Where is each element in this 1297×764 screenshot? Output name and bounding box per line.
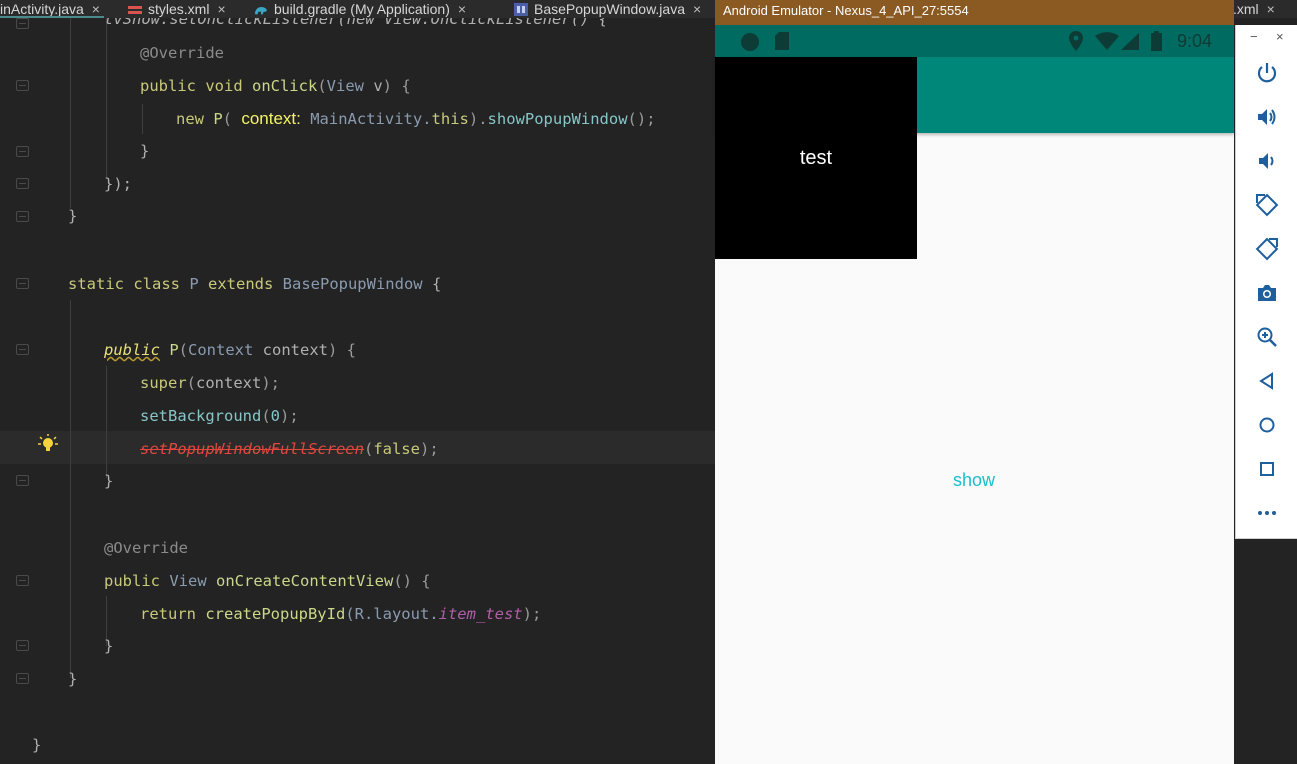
code-line: public P(Context context) { [104, 341, 356, 359]
code-editor[interactable]: tvShow.setOnClickListener(new View.OnCli… [0, 18, 715, 764]
code-line: } [68, 207, 78, 225]
fold-marker[interactable] [16, 146, 29, 157]
code-line: public void onClick(View v) { [140, 77, 411, 95]
signal-icon [1121, 33, 1139, 50]
tab-label: BasePopupWindow.java [534, 1, 685, 17]
power-icon[interactable] [1255, 61, 1279, 85]
status-time: 9:04 [1176, 31, 1212, 51]
rotate-left-icon[interactable] [1255, 193, 1279, 217]
indent-guide [142, 104, 143, 134]
rotate-right-icon[interactable] [1255, 237, 1279, 261]
notification-circle-icon [741, 33, 759, 51]
volume-down-icon[interactable] [1255, 149, 1279, 173]
tab-main-activity[interactable]: inActivity.java × [0, 0, 104, 18]
code-line: setPopupWindowFullScreen(false); [140, 440, 439, 458]
fold-marker[interactable] [16, 640, 29, 651]
lightbulb-icon[interactable] [38, 434, 58, 456]
tab-close-icon[interactable]: × [1267, 1, 1275, 17]
code-line: } [104, 637, 114, 655]
code-line: new P( context: MainActivity.this).showP… [176, 109, 656, 128]
emulator-window: Android Emulator - Nexus_4_API_27:5554 9… [715, 0, 1234, 764]
code-line: return createPopupById(R.layout.item_tes… [140, 605, 542, 623]
close-button[interactable]: × [1276, 29, 1284, 44]
overview-icon[interactable] [1255, 457, 1279, 481]
fold-marker[interactable] [16, 673, 29, 684]
tab-close-icon[interactable]: × [217, 1, 225, 17]
emulator-toolbar: − × [1235, 25, 1297, 539]
tab-styles-xml[interactable]: styles.xml × [128, 0, 226, 18]
code-line: @Override [104, 539, 188, 557]
code-line: super(context); [140, 374, 281, 392]
tab-close-icon[interactable]: × [92, 1, 100, 17]
java-class-icon [514, 2, 528, 16]
indent-guide [70, 18, 71, 208]
volume-up-icon[interactable] [1255, 105, 1279, 129]
sd-card-icon [775, 32, 789, 50]
tab-build-gradle[interactable]: build.gradle (My Application) × [254, 0, 466, 18]
gradle-icon [254, 6, 267, 14]
fold-marker[interactable] [16, 575, 29, 586]
back-icon[interactable] [1255, 369, 1279, 393]
indent-guide [106, 366, 107, 478]
fold-marker[interactable] [16, 211, 29, 222]
fold-marker[interactable] [16, 278, 29, 289]
home-icon[interactable] [1255, 413, 1279, 437]
code-line: } [104, 472, 114, 490]
tab-close-icon[interactable]: × [693, 1, 701, 17]
fold-marker[interactable] [16, 80, 29, 91]
code-line: public View onCreateContentView() { [104, 572, 431, 590]
popup-text: test [799, 147, 833, 169]
fold-marker[interactable] [16, 344, 29, 355]
fold-marker[interactable] [16, 18, 29, 29]
code-line: static class P extends BasePopupWindow { [68, 275, 442, 293]
code-line: tvShow.setOnClickListener(new View.OnCli… [104, 18, 608, 28]
wifi-icon [1095, 32, 1119, 50]
tab-label: .xml [1233, 1, 1259, 17]
more-icon[interactable] [1255, 501, 1279, 525]
code-line: } [32, 736, 42, 754]
zoom-icon[interactable] [1255, 325, 1279, 349]
minimize-button[interactable]: − [1250, 29, 1258, 44]
location-icon [1069, 31, 1083, 51]
emulator-title: Android Emulator - Nexus_4_API_27:5554 [715, 0, 1234, 25]
code-line: }); [104, 175, 132, 193]
code-line: } [68, 670, 78, 688]
fold-marker[interactable] [16, 475, 29, 486]
tab-label: build.gradle (My Application) [274, 1, 450, 17]
android-status-bar: 9:04 [715, 25, 1234, 57]
tab-label: inActivity.java [0, 1, 84, 17]
indent-guide [70, 300, 71, 678]
tab-label: styles.xml [148, 1, 210, 17]
code-line: } [140, 142, 150, 160]
code-line: @Override [140, 44, 224, 62]
code-line: setBackground(0); [140, 407, 299, 425]
tab-base-popup-window[interactable]: BasePopupWindow.java × [514, 0, 701, 18]
indent-guide [106, 18, 107, 178]
tab-close-icon[interactable]: × [458, 1, 466, 17]
battery-icon [1151, 31, 1162, 51]
show-button[interactable]: show [915, 467, 1033, 493]
xml-values-icon [128, 5, 142, 14]
fold-marker[interactable] [16, 178, 29, 189]
tab-xml-file[interactable]: .xml × [1233, 0, 1275, 18]
camera-icon[interactable] [1255, 281, 1279, 305]
popup-window[interactable]: test [715, 57, 917, 259]
